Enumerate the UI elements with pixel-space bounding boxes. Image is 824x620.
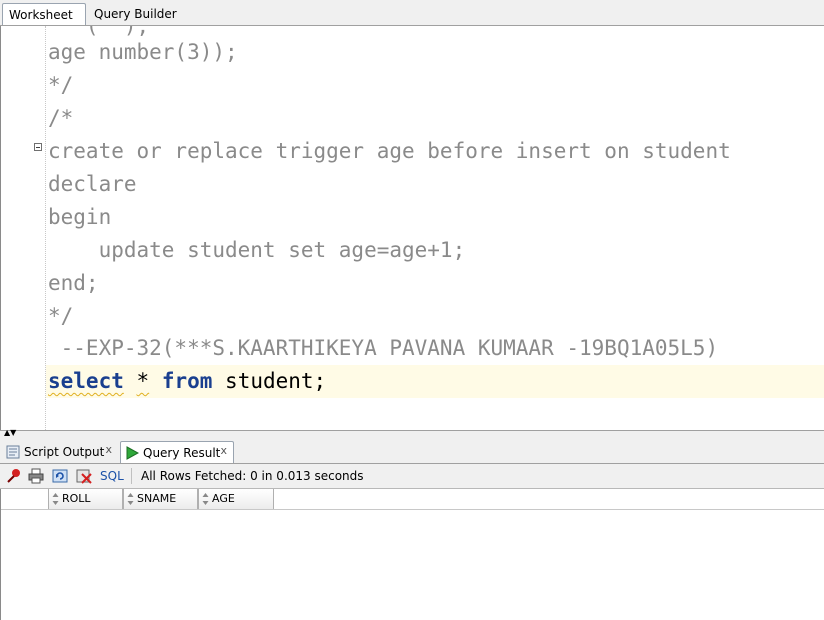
keyword-from: from [161, 369, 213, 393]
code-line: */ [48, 73, 74, 97]
code-line: age number(3)); [48, 40, 238, 64]
column-header-roll[interactable]: ROLL [48, 489, 123, 509]
comment-line: --EXP-32(***S.KAARTHIKEYA PAVANA KUMAAR … [48, 336, 719, 360]
fetch-status: All Rows Fetched: 0 in 0.013 seconds [141, 469, 364, 483]
column-header-label: ROLL [62, 492, 91, 505]
tab-script-output-label: Script Output [24, 445, 105, 459]
code-line: declare [48, 172, 137, 196]
select-star: * [136, 369, 150, 393]
script-output-icon [6, 445, 20, 459]
current-code-line[interactable]: select * from student; [46, 365, 824, 398]
code-line: begin [48, 205, 112, 229]
tab-worksheet[interactable]: Worksheet [2, 3, 86, 25]
panel-splitter[interactable]: ▲▼ [0, 429, 824, 438]
tab-query-builder[interactable]: Query Builder [88, 3, 183, 25]
result-grid[interactable]: ROLL SNAME AGE [0, 489, 824, 620]
code-line: end; [48, 271, 99, 295]
toolbar-divider [131, 468, 132, 484]
code-line: create or replace trigger age before ins… [48, 139, 731, 163]
splitter-arrows-icon[interactable]: ▲▼ [4, 429, 16, 437]
tab-query-result-label: Query Result [143, 446, 221, 460]
play-icon [126, 446, 139, 460]
editor-tab-bar: Worksheet Query Builder [0, 0, 824, 26]
close-icon[interactable]: x [105, 439, 112, 461]
sort-icon [127, 493, 134, 505]
code-line: */ [48, 304, 74, 328]
sort-icon [202, 493, 209, 505]
sql-editor[interactable]: ( ), age number(3)); */ /* create or rep… [0, 26, 824, 430]
column-header-label: AGE [212, 492, 235, 505]
column-header-sname[interactable]: SNAME [123, 489, 198, 509]
code-line: /* [48, 106, 74, 130]
output-tab-bar: Script Output x Query Result x [0, 438, 824, 464]
editor-gutter [1, 26, 45, 430]
column-header-label: SNAME [137, 492, 177, 505]
table-name: student; [212, 369, 327, 393]
code-line: update student set age=age+1; [48, 238, 466, 262]
cancel-query-icon[interactable] [76, 468, 92, 484]
result-toolbar: SQL All Rows Fetched: 0 in 0.013 seconds [0, 464, 824, 489]
pin-icon[interactable] [6, 468, 22, 484]
column-header-age[interactable]: AGE [198, 489, 274, 509]
tab-query-result[interactable]: Query Result x [120, 441, 234, 463]
refresh-icon[interactable] [52, 468, 68, 484]
sql-link[interactable]: SQL [100, 469, 124, 483]
fold-collapse-icon[interactable] [34, 143, 42, 151]
tab-script-output[interactable]: Script Output x [2, 441, 118, 463]
sort-icon [52, 493, 59, 505]
keyword-select: select [48, 369, 124, 393]
close-icon[interactable]: x [220, 440, 227, 462]
print-icon[interactable] [28, 468, 44, 484]
grid-header: ROLL SNAME AGE [1, 489, 824, 510]
